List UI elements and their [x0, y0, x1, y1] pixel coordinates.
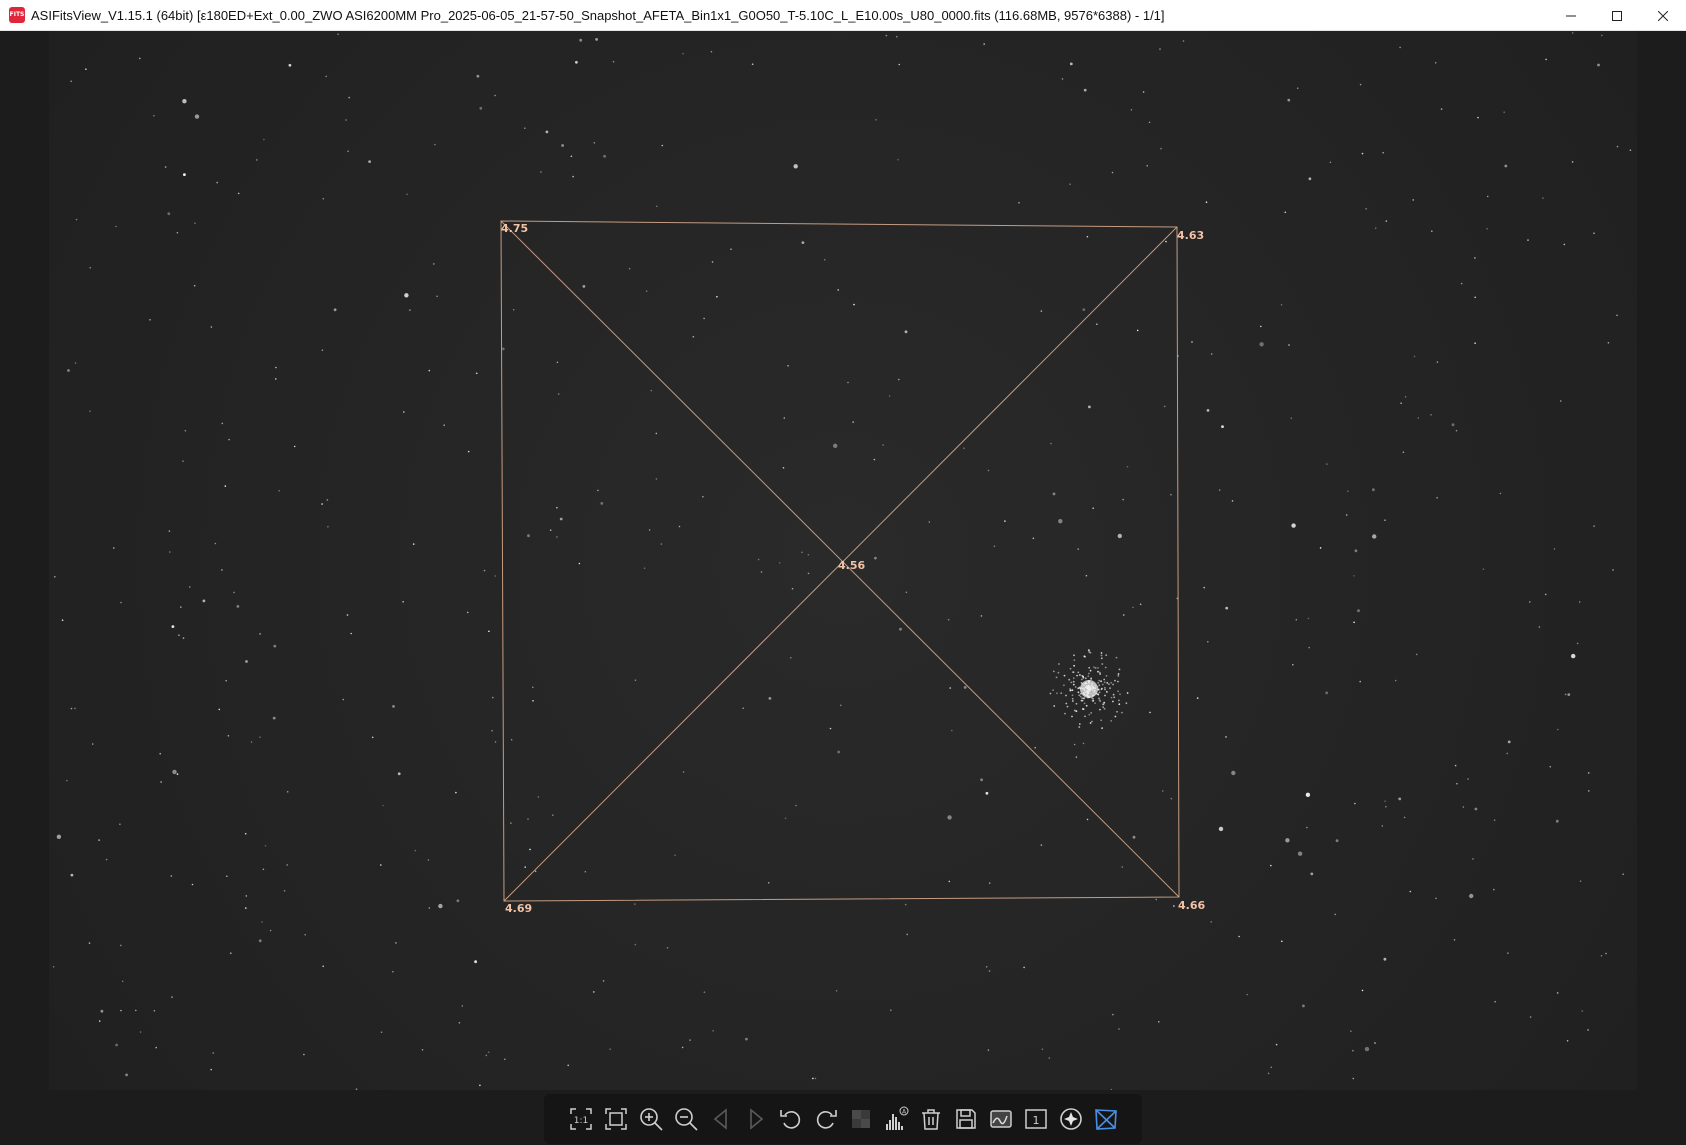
fits-image[interactable]: 4.75 4.63 4.56 4.69 4.66: [49, 31, 1637, 1090]
single-view-icon: 1: [1024, 1109, 1047, 1129]
delete-icon: [921, 1109, 940, 1130]
debayer-button[interactable]: [846, 1104, 876, 1134]
zoom-in-icon: [639, 1108, 663, 1131]
app-icon: FITS: [9, 7, 25, 23]
image-viewer: 4.75 4.63 4.56 4.69 4.66 1:1 A 1: [0, 31, 1686, 1145]
star-detect-icon: [1059, 1108, 1082, 1130]
histogram-auto-button[interactable]: A: [881, 1104, 911, 1134]
minimize-button[interactable]: [1548, 0, 1594, 31]
zoom-out-icon: [674, 1108, 698, 1131]
close-button[interactable]: [1640, 0, 1686, 31]
tilt-analysis-button[interactable]: [1091, 1104, 1121, 1134]
fwhm-bottom-left: 4.69: [505, 902, 533, 915]
zoom-in-button[interactable]: [636, 1104, 666, 1134]
histogram-auto-icon: A: [885, 1106, 908, 1130]
debayer-icon: [851, 1110, 870, 1128]
previous-button[interactable]: [706, 1104, 736, 1134]
fit-window-button[interactable]: [601, 1104, 631, 1134]
maximize-icon: [1612, 10, 1622, 21]
delete-button[interactable]: [916, 1104, 946, 1134]
tilt-analysis-icon: [1094, 1109, 1117, 1130]
actual-size-icon: 1:1: [569, 1108, 592, 1130]
rotate-left-button[interactable]: [776, 1104, 806, 1134]
bottom-toolbar: 1:1 A 1: [544, 1094, 1142, 1144]
fwhm-top-right: 4.63: [1177, 229, 1205, 242]
window-title: ASIFitsView_V1.15.1 (64bit) [ε180ED+Ext_…: [31, 7, 1165, 23]
svg-text:1: 1: [1032, 1114, 1039, 1127]
rotate-left-icon: [779, 1110, 800, 1129]
actual-size-button[interactable]: 1:1: [566, 1104, 596, 1134]
previous-icon: [713, 1108, 727, 1130]
fwhm-center: 4.56: [838, 559, 866, 572]
image-info-icon: [989, 1110, 1012, 1128]
minimize-icon: [1566, 15, 1576, 16]
svg-text:1:1: 1:1: [573, 1116, 587, 1126]
next-icon: [749, 1108, 763, 1130]
single-view-button[interactable]: 1: [1021, 1104, 1051, 1134]
fwhm-top-left: 4.75: [501, 222, 529, 235]
image-info-button[interactable]: [986, 1104, 1016, 1134]
rotate-right-icon: [816, 1110, 837, 1129]
title-bar: FITS ASIFitsView_V1.15.1 (64bit) [ε180ED…: [0, 0, 1686, 31]
zoom-out-button[interactable]: [671, 1104, 701, 1134]
maximize-button[interactable]: [1594, 0, 1640, 31]
close-icon: [1658, 10, 1668, 21]
save-button[interactable]: [951, 1104, 981, 1134]
rotate-right-button[interactable]: [811, 1104, 841, 1134]
star-detect-button[interactable]: [1056, 1104, 1086, 1134]
next-button[interactable]: [741, 1104, 771, 1134]
fit-window-icon: [604, 1108, 627, 1130]
save-icon: [955, 1109, 976, 1129]
fwhm-bottom-right: 4.66: [1178, 899, 1206, 912]
window-controls: [1548, 0, 1686, 31]
